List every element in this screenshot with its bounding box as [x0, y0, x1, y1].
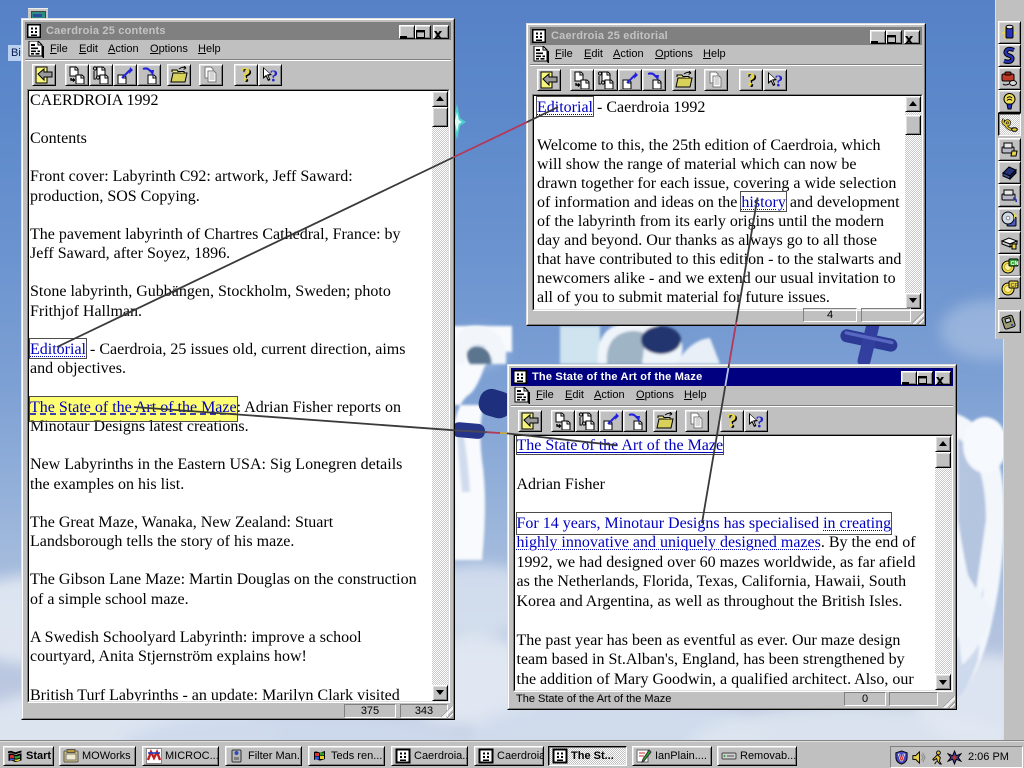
svg-text:CN: CN: [1011, 261, 1019, 267]
svg-text:CP: CP: [1011, 283, 1019, 289]
